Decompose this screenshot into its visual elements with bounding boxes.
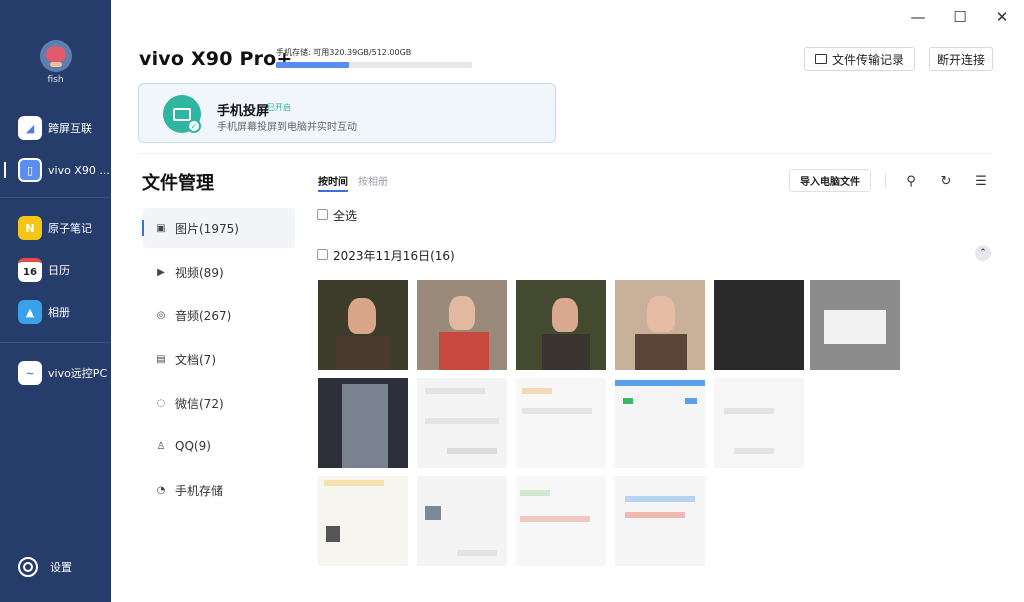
cross-screen-icon: ◢ <box>18 116 42 140</box>
storage-bar-fill <box>276 62 350 68</box>
sidebar-item-device[interactable]: ▯ vivo X90 ... <box>0 152 111 188</box>
photo-thumbnail[interactable] <box>516 280 606 370</box>
photo-thumbnail[interactable] <box>516 476 606 566</box>
sidebar-item-notes[interactable]: N 原子笔记 <box>0 210 111 246</box>
file-management-title: 文件管理 <box>142 173 214 194</box>
photo-thumbnail[interactable] <box>417 476 507 566</box>
mirror-subtitle: 手机屏幕投屏到电脑并实时互动 <box>217 122 357 133</box>
photo-thumbnail[interactable] <box>417 280 507 370</box>
photo-thumbnail[interactable] <box>615 378 705 468</box>
qq-icon: ♙ <box>156 440 166 452</box>
photo-thumbnail[interactable] <box>615 280 705 370</box>
chevron-up-icon[interactable]: ⌃ <box>975 245 991 261</box>
section-divider <box>139 153 992 154</box>
image-icon: ▣ <box>156 222 166 234</box>
category-label: 音频(267) <box>175 308 232 323</box>
tab-by-time[interactable]: 按时间 <box>318 173 348 192</box>
avatar[interactable] <box>39 40 72 72</box>
photo-thumbnail[interactable] <box>318 280 408 370</box>
category-label: 图片(1975) <box>175 221 239 236</box>
category-label: 手机存储 <box>175 483 224 498</box>
minimize-button[interactable]: — <box>908 7 928 27</box>
photo-thumbnail[interactable] <box>714 280 804 370</box>
category-label: 文档(7) <box>175 352 216 367</box>
sidebar-item-label: vivo远控PC <box>48 367 108 380</box>
photo-thumbnail[interactable] <box>318 476 408 566</box>
close-button[interactable]: ✕ <box>992 7 1012 27</box>
photo-thumbnail[interactable] <box>318 378 408 468</box>
user-name: fish <box>47 75 64 85</box>
document-icon: ▤ <box>156 353 166 365</box>
category-documents[interactable]: ▤ 文档(7) <box>143 339 295 379</box>
folder-sync-icon <box>814 54 827 64</box>
active-indicator <box>4 162 6 178</box>
wechat-icon: ◌ <box>156 397 166 409</box>
sidebar-divider <box>0 342 111 343</box>
video-icon: ▶ <box>157 266 165 278</box>
mirror-title: 手机投屏 <box>217 104 270 119</box>
settings-icon <box>18 557 38 577</box>
photo-thumbnail[interactable] <box>714 378 804 468</box>
phone-icon: ▯ <box>18 158 42 182</box>
close-icon: ✕ <box>995 8 1009 26</box>
settings-label: 设置 <box>50 561 72 574</box>
category-wechat[interactable]: ◌ 微信(72) <box>143 383 295 423</box>
toolbar-divider <box>885 174 886 188</box>
transfer-log-label: 文件传输记录 <box>831 52 904 67</box>
sidebar-item-album[interactable]: ▲ 相册 <box>0 294 111 330</box>
sidebar-item-label: 相册 <box>48 306 70 319</box>
category-phone-storage[interactable]: ◔ 手机存储 <box>143 470 295 510</box>
transfer-log-button[interactable]: 文件传输记录 <box>804 47 915 71</box>
sidebar-item-cross-screen[interactable]: ◢ 跨屏互联 <box>0 110 111 146</box>
category-label: QQ(9) <box>175 439 211 453</box>
tab-by-album[interactable]: 按相册 <box>358 173 388 188</box>
check-icon: ✓ <box>187 119 201 133</box>
sidebar: fish ◢ 跨屏互联 ▯ vivo X90 ... N 原子笔记 16 日历 … <box>0 0 111 602</box>
sidebar-item-label: vivo X90 ... <box>48 163 110 177</box>
calendar-icon: 16 <box>18 258 42 282</box>
photo-thumbnail[interactable] <box>615 476 705 566</box>
user-profile[interactable]: fish <box>0 40 111 85</box>
disconnect-label: 断开连接 <box>936 52 985 67</box>
mirror-status-badge: 已开启 <box>267 103 291 112</box>
list-view-icon[interactable]: ☰ <box>972 172 990 190</box>
storage-label: 手机存储: 可用320.39GB/512.00GB <box>276 48 412 57</box>
category-images[interactable]: ▣ 图片(1975) <box>142 208 295 248</box>
search-icon[interactable]: ⚲ <box>902 172 920 190</box>
category-label: 视频(89) <box>175 265 224 280</box>
import-files-button[interactable]: 导入电脑文件 <box>789 169 871 192</box>
album-icon: ▲ <box>18 300 42 324</box>
storage-icon: ◔ <box>156 484 166 496</box>
photo-thumbnail[interactable] <box>417 378 507 468</box>
minimize-icon: — <box>910 8 926 26</box>
storage-bar <box>276 62 472 68</box>
sidebar-item-label: 原子笔记 <box>48 222 92 235</box>
category-qq[interactable]: ♙ QQ(9) <box>143 426 295 466</box>
remote-pc-icon: ~ <box>18 361 42 385</box>
settings-button[interactable]: 设置 <box>18 557 72 577</box>
photo-thumbnail[interactable] <box>810 280 900 370</box>
refresh-icon[interactable]: ↻ <box>937 172 955 190</box>
sidebar-item-remote-pc[interactable]: ~ vivo远控PC <box>0 355 111 391</box>
sidebar-item-calendar[interactable]: 16 日历 <box>0 252 111 288</box>
photo-thumbnail[interactable] <box>516 378 606 468</box>
category-label: 微信(72) <box>175 396 224 411</box>
maximize-icon: ☐ <box>953 8 967 26</box>
select-all-checkbox[interactable] <box>317 209 328 220</box>
sidebar-divider <box>0 197 111 198</box>
screen-mirror-card[interactable]: ✓ 手机投屏 已开启 手机屏幕投屏到电脑并实时互动 <box>138 83 556 143</box>
sidebar-item-label: 日历 <box>48 264 70 277</box>
category-audio[interactable]: ◎ 音频(267) <box>143 295 295 335</box>
maximize-button[interactable]: ☐ <box>950 7 970 27</box>
date-group-checkbox[interactable] <box>317 249 328 260</box>
device-title: vivo X90 Pro+ <box>139 48 293 70</box>
audio-icon: ◎ <box>156 309 166 321</box>
select-all-label: 全选 <box>333 209 358 223</box>
disconnect-button[interactable]: 断开连接 <box>929 47 993 71</box>
notes-icon: N <box>18 216 42 240</box>
sidebar-item-label: 跨屏互联 <box>48 122 92 135</box>
date-group-label: 2023年11月16日(16) <box>333 249 455 263</box>
category-videos[interactable]: ▶ 视频(89) <box>143 252 295 292</box>
